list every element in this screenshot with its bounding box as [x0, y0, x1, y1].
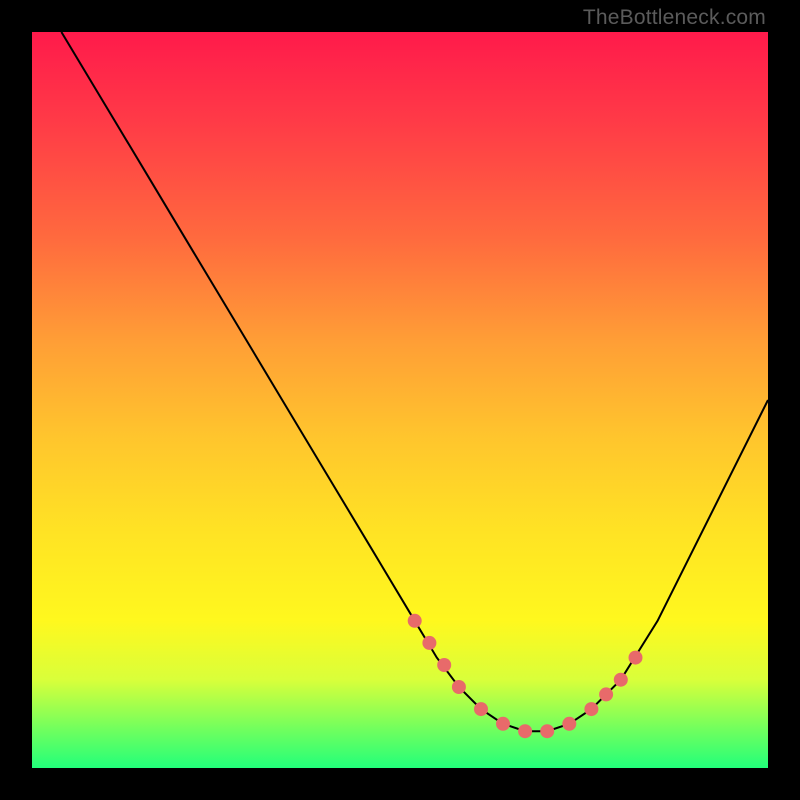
- markers-group: [408, 614, 643, 738]
- chart-stage: TheBottleneck.com: [0, 0, 800, 800]
- data-marker: [584, 702, 598, 716]
- data-marker: [599, 687, 613, 701]
- data-marker: [408, 614, 422, 628]
- watermark-text: TheBottleneck.com: [583, 6, 766, 30]
- data-marker: [496, 717, 510, 731]
- data-marker: [614, 673, 628, 687]
- data-marker: [540, 724, 554, 738]
- plot-area: [32, 32, 768, 768]
- data-marker: [422, 636, 436, 650]
- data-marker: [562, 717, 576, 731]
- chart-svg: [32, 32, 768, 768]
- data-marker: [474, 702, 488, 716]
- data-marker: [629, 651, 643, 665]
- data-marker: [452, 680, 466, 694]
- data-marker: [518, 724, 532, 738]
- data-marker: [437, 658, 451, 672]
